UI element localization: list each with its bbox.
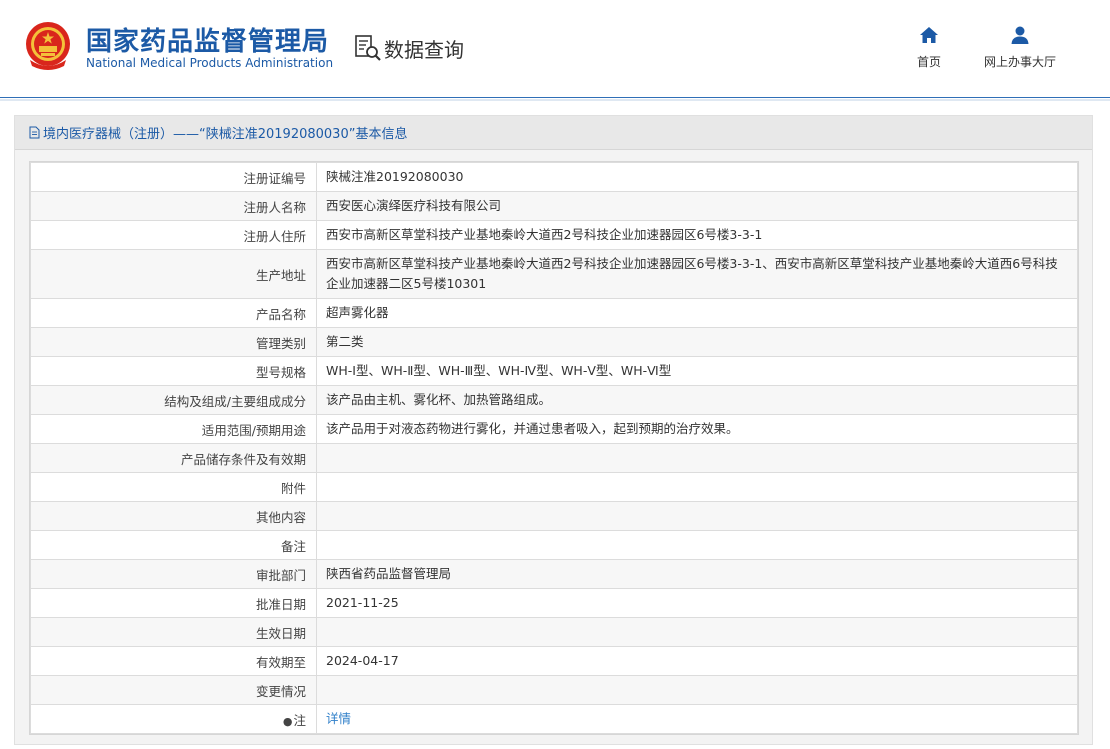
row-value — [316, 501, 1078, 531]
row-value: 西安市高新区草堂科技产业基地秦岭大道西2号科技企业加速器园区6号楼3-3-1、西… — [316, 249, 1078, 299]
table-row: 注册人名称 西安医心演绎医疗科技有限公司 — [30, 191, 1078, 221]
row-value — [316, 443, 1078, 473]
row-value: 2024-04-17 — [316, 646, 1078, 676]
header-divider — [0, 99, 1110, 101]
row-key: 产品储存条件及有效期 — [30, 443, 317, 473]
table-row: 注册证编号 陕械注准20192080030 — [30, 162, 1078, 192]
row-key: 型号规格 — [30, 356, 317, 386]
row-key: 产品名称 — [30, 298, 317, 328]
row-value: 西安医心演绎医疗科技有限公司 — [316, 191, 1078, 221]
table-row: 产品储存条件及有效期 — [30, 443, 1078, 473]
row-value — [316, 530, 1078, 560]
nav-home-label: 首页 — [916, 55, 941, 69]
table-row: 附件 — [30, 472, 1078, 502]
table-row: 管理类别 第二类 — [30, 327, 1078, 357]
row-value — [316, 472, 1078, 502]
row-value: WH-Ⅰ型、WH-Ⅱ型、WH-Ⅲ型、WH-Ⅳ型、WH-Ⅴ型、WH-Ⅵ型 — [316, 356, 1078, 386]
table-row: 有效期至 2024-04-17 — [30, 646, 1078, 676]
row-key: 变更情况 — [30, 675, 317, 705]
nav-online-hall[interactable]: 网上办事大厅 — [975, 25, 1065, 70]
row-key: 备注 — [30, 530, 317, 560]
table-row: 审批部门 陕西省药品监督管理局 — [30, 559, 1078, 589]
table-row: 生效日期 — [30, 617, 1078, 647]
row-value: 第二类 — [316, 327, 1078, 357]
info-table: 注册证编号 陕械注准20192080030 注册人名称 西安医心演绎医疗科技有限… — [29, 161, 1079, 735]
row-value: 2021-11-25 — [316, 588, 1078, 618]
table-row: 备注 — [30, 530, 1078, 560]
row-key: 有效期至 — [30, 646, 317, 676]
row-value: 该产品由主机、雾化杯、加热管路组成。 — [316, 385, 1078, 415]
info-panel: 境内医疗器械（注册）——“陕械注准20192080030”基本信息 注册证编号 … — [14, 115, 1093, 745]
row-key: 其他内容 — [30, 501, 317, 531]
home-icon — [920, 27, 938, 43]
site-header: 国家药品监督管理局 National Medical Products Admi… — [0, 0, 1110, 98]
table-row: 注册人住所 西安市高新区草堂科技产业基地秦岭大道西2号科技企业加速器园区6号楼3… — [30, 220, 1078, 250]
row-value: 西安市高新区草堂科技产业基地秦岭大道西2号科技企业加速器园区6号楼3-3-1 — [316, 220, 1078, 250]
row-value: 陕械注准20192080030 — [316, 162, 1078, 192]
table-row: 变更情况 — [30, 675, 1078, 705]
row-key: 注册证编号 — [30, 162, 317, 192]
row-key: 批准日期 — [30, 588, 317, 618]
section-title: 数据查询 — [354, 33, 464, 63]
table-row: 型号规格 WH-Ⅰ型、WH-Ⅱ型、WH-Ⅲ型、WH-Ⅳ型、WH-Ⅴ型、WH-Ⅵ型 — [30, 356, 1078, 386]
nav-home[interactable]: 首页 — [908, 25, 950, 70]
row-value: 超声雾化器 — [316, 298, 1078, 328]
table-row: 生产地址 西安市高新区草堂科技产业基地秦岭大道西2号科技企业加速器园区6号楼3-… — [30, 249, 1078, 299]
brand-name-cn: 国家药品监督管理局 — [86, 27, 330, 57]
note-key: ●注 — [30, 704, 317, 734]
pin-icon: ● — [282, 714, 293, 728]
panel-title: 境内医疗器械（注册）——“陕械注准20192080030”基本信息 — [43, 127, 408, 142]
table-row: 批准日期 2021-11-25 — [30, 588, 1078, 618]
row-key: 管理类别 — [30, 327, 317, 357]
row-value — [316, 617, 1078, 647]
row-key: 注册人住所 — [30, 220, 317, 250]
note-label: 注 — [293, 712, 306, 728]
details-link[interactable]: 详情 — [316, 704, 1078, 734]
row-key: 审批部门 — [30, 559, 317, 589]
user-icon — [1011, 26, 1029, 44]
table-row: 结构及组成/主要组成成分 该产品由主机、雾化杯、加热管路组成。 — [30, 385, 1078, 415]
panel-header: 境内医疗器械（注册）——“陕械注准20192080030”基本信息 — [15, 116, 1092, 150]
row-key: 注册人名称 — [30, 191, 317, 221]
row-value: 该产品用于对液态药物进行雾化，并通过患者吸入，起到预期的治疗效果。 — [316, 414, 1078, 444]
table-row: 适用范围/预期用途 该产品用于对液态药物进行雾化，并通过患者吸入，起到预期的治疗… — [30, 414, 1078, 444]
national-emblem-icon — [26, 22, 70, 70]
document-icon — [29, 126, 40, 139]
table-row: ●注 详情 — [30, 704, 1078, 734]
table-row: 产品名称 超声雾化器 — [30, 298, 1078, 328]
row-key: 附件 — [30, 472, 317, 502]
section-title-text: 数据查询 — [384, 37, 464, 62]
row-key: 生产地址 — [30, 249, 317, 299]
nav-online-hall-label: 网上办事大厅 — [983, 55, 1056, 69]
brand-name-en: National Medical Products Administration — [86, 56, 334, 70]
row-value: 陕西省药品监督管理局 — [316, 559, 1078, 589]
row-key: 适用范围/预期用途 — [30, 414, 317, 444]
table-row: 其他内容 — [30, 501, 1078, 531]
row-value — [316, 675, 1078, 705]
row-key: 生效日期 — [30, 617, 317, 647]
row-key: 结构及组成/主要组成成分 — [30, 385, 317, 415]
document-search-icon — [355, 35, 381, 61]
